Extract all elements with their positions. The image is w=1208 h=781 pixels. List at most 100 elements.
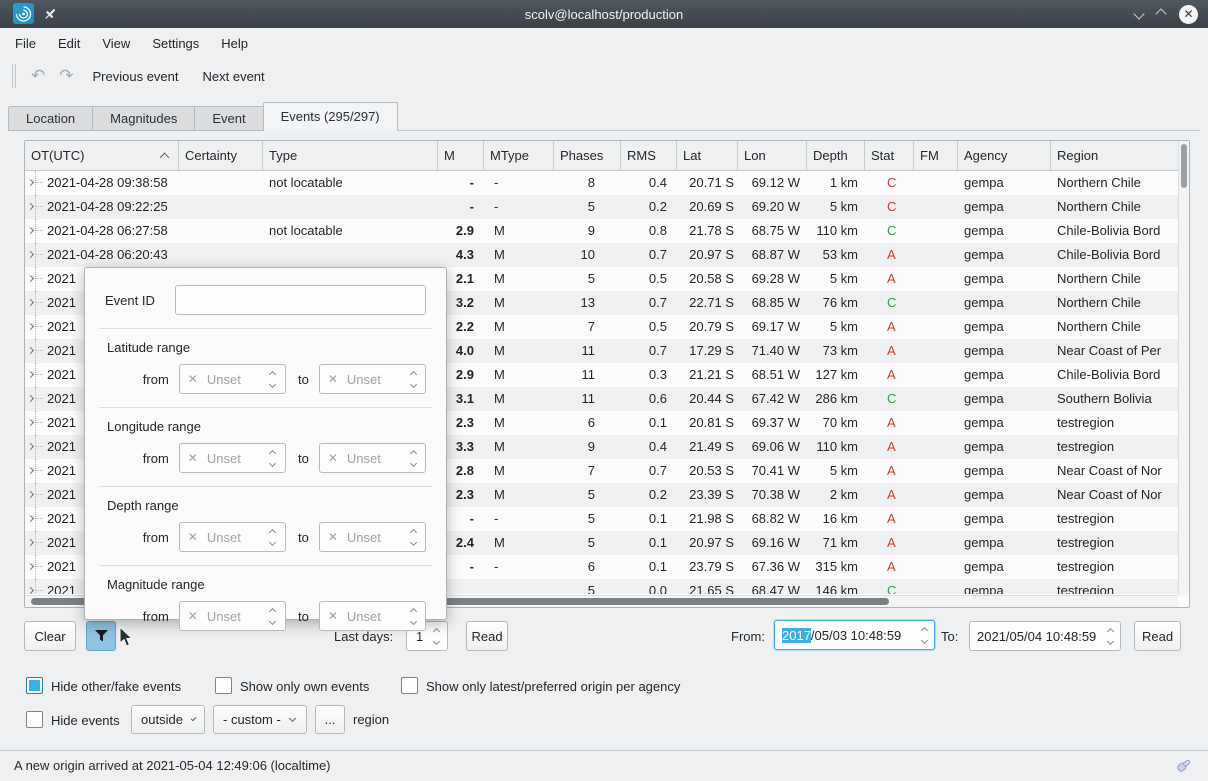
window-maximize-icon[interactable] — [1155, 8, 1166, 19]
vertical-scrollbar-thumb[interactable] — [1181, 144, 1187, 188]
column-header-agency[interactable]: Agency — [958, 141, 1051, 170]
menu-item-view[interactable]: View — [91, 31, 141, 56]
region-preset-dropdown[interactable]: - custom - — [213, 705, 307, 734]
range-from-spinbox[interactable]: ✕Unset — [179, 522, 286, 552]
spin-down-icon[interactable] — [409, 538, 416, 545]
show-only-latest-checkbox[interactable] — [401, 677, 418, 694]
spin-down-icon[interactable] — [920, 636, 927, 643]
range-from-spinbox[interactable]: ✕Unset — [179, 601, 286, 631]
row-expander-icon[interactable] — [25, 435, 47, 459]
region-browse-button[interactable]: ... — [315, 705, 345, 734]
to-datetime-field[interactable]: 2021/05/04 10:48:59 — [969, 621, 1121, 651]
table-row[interactable]: 2021-04-28 09:22:25--50.220.69 S69.20 W5… — [25, 195, 1189, 219]
spin-up-icon[interactable] — [920, 626, 927, 633]
spin-down-icon[interactable] — [432, 637, 439, 644]
row-expander-icon[interactable] — [25, 555, 47, 579]
column-header-fm[interactable]: FM — [914, 141, 958, 170]
hide-events-checkbox[interactable] — [26, 711, 43, 728]
menu-item-help[interactable]: Help — [210, 31, 259, 56]
tab-event[interactable]: Event — [194, 106, 262, 131]
column-header-rms[interactable]: RMS — [621, 141, 677, 170]
spin-down-icon[interactable] — [409, 380, 416, 387]
read-time-range-button[interactable]: Read — [1134, 621, 1181, 651]
row-expander-icon[interactable] — [25, 219, 47, 243]
vertical-scrollbar[interactable] — [1178, 141, 1189, 595]
spin-up-icon[interactable] — [1106, 627, 1113, 634]
column-header-depth[interactable]: Depth — [807, 141, 865, 170]
menu-item-file[interactable]: File — [4, 31, 47, 56]
row-expander-icon[interactable] — [25, 483, 47, 507]
show-only-own-events-checkbox[interactable] — [215, 677, 232, 694]
row-expander-icon[interactable] — [25, 579, 47, 594]
spin-down-icon[interactable] — [409, 617, 416, 624]
spin-up-icon[interactable] — [409, 607, 416, 614]
event-id-input[interactable] — [175, 285, 426, 315]
column-header-stat[interactable]: Stat — [865, 141, 914, 170]
read-button[interactable]: Read — [466, 621, 508, 651]
range-to-spinbox[interactable]: ✕Unset — [319, 522, 426, 552]
spin-down-icon[interactable] — [269, 380, 276, 387]
column-header-m[interactable]: M — [438, 141, 484, 170]
column-header-type[interactable]: Type — [263, 141, 438, 170]
range-to-spinbox[interactable]: ✕Unset — [319, 601, 426, 631]
row-expander-icon[interactable] — [25, 531, 47, 555]
row-expander-icon[interactable] — [25, 315, 47, 339]
hide-other-fake-events-checkbox[interactable] — [26, 677, 43, 694]
funnel-icon — [94, 629, 109, 643]
clear-button[interactable]: Clear — [24, 621, 76, 651]
spin-up-icon[interactable] — [432, 627, 439, 634]
column-header-certainty[interactable]: Certainty — [179, 141, 263, 170]
range-from-spinbox[interactable]: ✕Unset — [179, 364, 286, 394]
spin-down-icon[interactable] — [269, 538, 276, 545]
tab-location[interactable]: Location — [8, 106, 92, 131]
row-expander-icon[interactable] — [25, 507, 47, 531]
spin-down-icon[interactable] — [269, 459, 276, 466]
column-header-lat[interactable]: Lat — [677, 141, 738, 170]
outside-inside-dropdown[interactable]: outside — [131, 705, 205, 734]
spin-up-icon[interactable] — [409, 528, 416, 535]
range-to-spinbox[interactable]: ✕Unset — [319, 364, 426, 394]
column-header-ot[interactable]: OT(UTC) — [25, 141, 179, 170]
tab-magnitudes[interactable]: Magnitudes — [92, 106, 194, 131]
table-row[interactable]: 2021-04-28 06:20:434.3M100.720.97 S68.87… — [25, 243, 1189, 267]
menu-item-edit[interactable]: Edit — [47, 31, 91, 56]
next-event-button[interactable]: Next event — [191, 69, 277, 84]
row-expander-icon[interactable] — [25, 171, 47, 195]
spin-up-icon[interactable] — [409, 449, 416, 456]
spin-up-icon[interactable] — [269, 370, 276, 377]
table-row[interactable]: 2021-04-28 09:38:58not locatable--80.420… — [25, 171, 1189, 195]
spin-up-icon[interactable] — [269, 449, 276, 456]
toolbar-handle[interactable] — [12, 64, 16, 88]
range-from-spinbox[interactable]: ✕Unset — [179, 443, 286, 473]
range-to-spinbox[interactable]: ✕Unset — [319, 443, 426, 473]
spin-up-icon[interactable] — [269, 607, 276, 614]
spin-up-icon[interactable] — [269, 528, 276, 535]
row-expander-icon[interactable] — [25, 339, 47, 363]
row-expander-icon[interactable] — [25, 459, 47, 483]
previous-event-button[interactable]: Previous event — [81, 69, 191, 84]
undo-arrow-icon[interactable]: ↶ — [24, 66, 52, 86]
from-datetime-field[interactable]: 2017/05/03 10:48:59 — [774, 620, 935, 650]
row-expander-icon[interactable] — [25, 267, 47, 291]
spin-down-icon[interactable] — [269, 617, 276, 624]
cell-depth: 71 km — [807, 531, 865, 555]
spin-down-icon[interactable] — [409, 459, 416, 466]
row-expander-icon[interactable] — [25, 195, 47, 219]
spin-up-icon[interactable] — [409, 370, 416, 377]
table-row[interactable]: 2021-04-28 06:27:58not locatable2.9M90.8… — [25, 219, 1189, 243]
column-header-mtype[interactable]: MType — [484, 141, 554, 170]
window-close-icon[interactable]: ✕ — [1179, 5, 1198, 24]
column-header-phases[interactable]: Phases — [554, 141, 621, 170]
redo-arrow-icon[interactable]: ↷ — [52, 66, 80, 86]
row-expander-icon[interactable] — [25, 387, 47, 411]
row-expander-icon[interactable] — [25, 291, 47, 315]
window-minimize-icon[interactable] — [1133, 8, 1144, 19]
column-header-region[interactable]: Region — [1051, 141, 1178, 170]
tab-events-295-297[interactable]: Events (295/297) — [263, 102, 398, 131]
spin-down-icon[interactable] — [1106, 637, 1113, 644]
menu-item-settings[interactable]: Settings — [141, 31, 210, 56]
row-expander-icon[interactable] — [25, 411, 47, 435]
row-expander-icon[interactable] — [25, 243, 47, 267]
row-expander-icon[interactable] — [25, 363, 47, 387]
column-header-lon[interactable]: Lon — [738, 141, 807, 170]
